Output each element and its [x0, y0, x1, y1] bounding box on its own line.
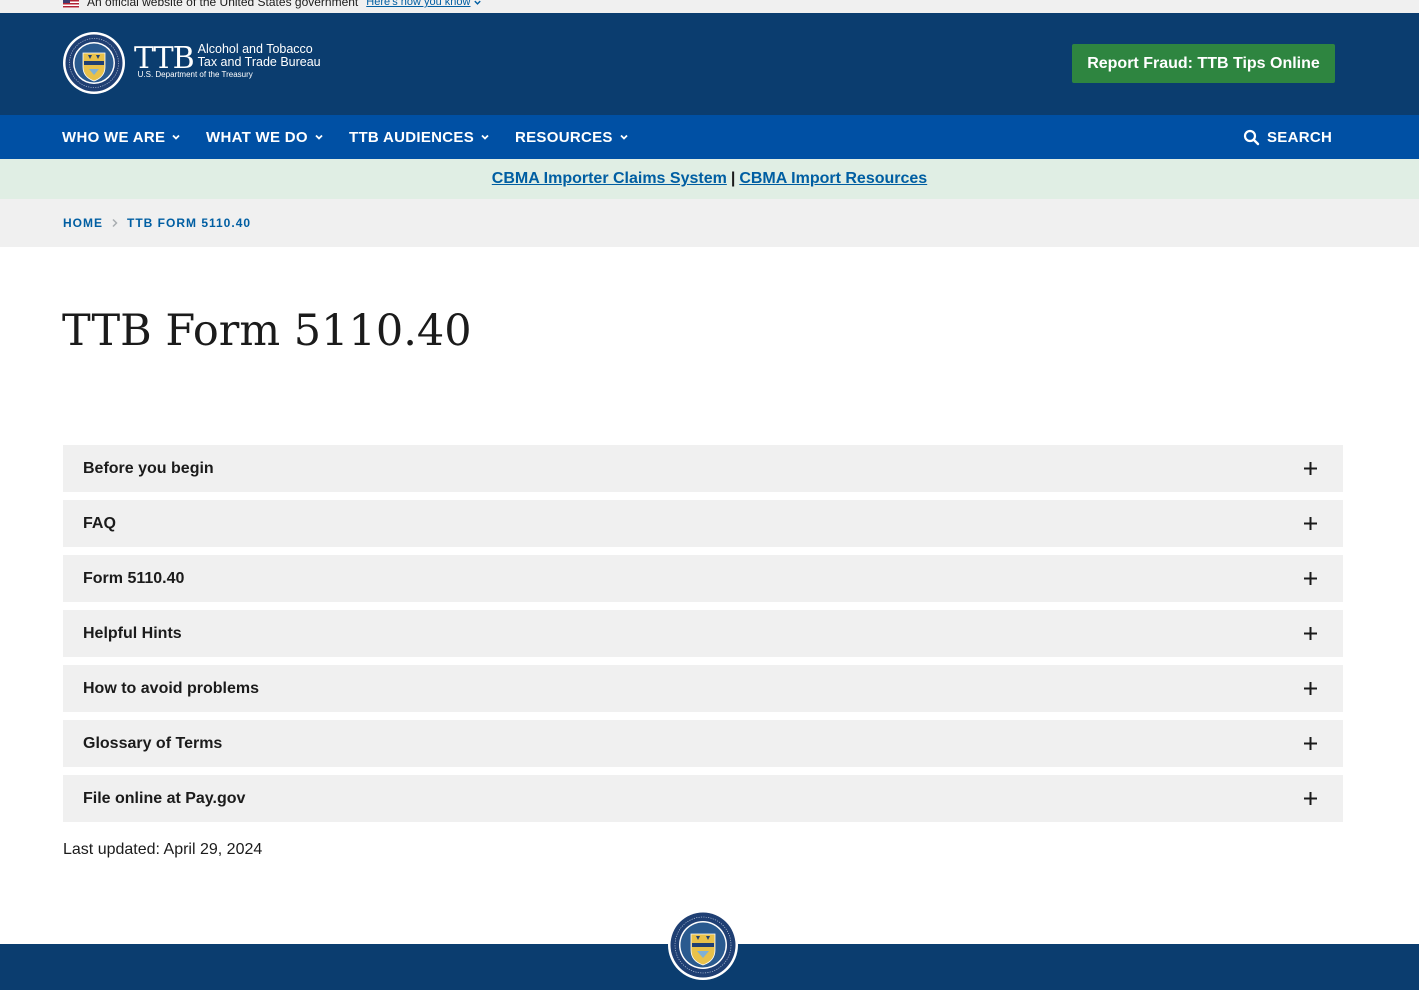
- accordion-label: Before you begin: [83, 459, 214, 477]
- ttb-logo-text: Alcohol and Tobacco Tax and Trade Bureau…: [138, 43, 321, 81]
- plus-icon: [1304, 462, 1317, 475]
- breadcrumb-current[interactable]: TTB FORM 5110.40: [127, 216, 251, 230]
- plus-icon: [1304, 737, 1317, 750]
- breadcrumb-home[interactable]: HOME: [63, 216, 103, 230]
- site-header: TTB Alcohol and Tobacco Tax and Trade Bu…: [0, 13, 1419, 115]
- plus-icon: [1304, 572, 1317, 585]
- nav-ttb-audiences[interactable]: TTB AUDIENCES: [349, 115, 490, 159]
- chevron-down-icon: [620, 134, 628, 140]
- us-flag-icon: [63, 0, 79, 8]
- accordion-label: Glossary of Terms: [83, 734, 223, 752]
- nav-label: RESOURCES: [515, 128, 613, 146]
- nav-who-we-are[interactable]: WHO WE ARE: [62, 115, 181, 159]
- cbma-importer-claims-link[interactable]: CBMA Importer Claims System: [492, 170, 727, 188]
- accordion-item-helpful-hints[interactable]: Helpful Hints: [63, 610, 1343, 657]
- heres-how-you-know-label: Here's how you know: [366, 0, 471, 8]
- cbma-import-resources-link[interactable]: CBMA Import Resources: [739, 170, 927, 188]
- nav-what-we-do[interactable]: WHAT WE DO: [206, 115, 324, 159]
- chevron-down-icon: [481, 134, 489, 140]
- plus-icon: [1304, 792, 1317, 805]
- accordion-label: How to avoid problems: [83, 679, 260, 697]
- accordion-item-before-you-begin[interactable]: Before you begin: [63, 445, 1343, 492]
- accordion-label: FAQ: [83, 514, 116, 532]
- breadcrumb: HOME TTB FORM 5110.40: [0, 199, 1419, 247]
- accordion-label: Form 5110.40: [83, 569, 185, 587]
- search-icon: [1243, 129, 1260, 145]
- gov-banner: An official website of the United States…: [0, 0, 1419, 13]
- accordion-label: Helpful Hints: [83, 624, 182, 642]
- nav-label: TTB AUDIENCES: [349, 128, 475, 146]
- treasury-seal-icon: [63, 32, 125, 94]
- nav-resources[interactable]: RESOURCES: [515, 115, 629, 159]
- link-separator: |: [730, 170, 736, 187]
- chevron-down-icon: [172, 134, 180, 140]
- accordion-item-glossary-of-terms[interactable]: Glossary of Terms: [63, 720, 1343, 767]
- chevron-down-icon: [315, 134, 323, 140]
- nav-label: WHO WE ARE: [62, 128, 166, 146]
- accordion-label: File online at Pay.gov: [83, 789, 246, 807]
- accordion-item-faq[interactable]: FAQ: [63, 500, 1343, 547]
- chevron-right-icon: [112, 218, 118, 228]
- cbma-alert-strip: CBMA Importer Claims System | CBMA Impor…: [0, 159, 1419, 199]
- plus-icon: [1304, 517, 1317, 530]
- main-nav: WHO WE ARE WHAT WE DO TTB AUDIENCES RESO…: [0, 115, 1419, 159]
- chevron-down-icon: [474, 0, 482, 5]
- report-fraud-button[interactable]: Report Fraud: TTB Tips Online: [1072, 44, 1335, 83]
- plus-icon: [1304, 627, 1317, 640]
- nav-label: WHAT WE DO: [206, 128, 308, 146]
- last-updated: Last updated: April 29, 2024: [63, 841, 263, 858]
- heres-how-you-know-link[interactable]: Here's how you know: [366, 0, 482, 10]
- accordion-item-file-online-pay-gov[interactable]: File online at Pay.gov: [63, 775, 1343, 822]
- site-logo-link[interactable]: TTB Alcohol and Tobacco Tax and Trade Bu…: [62, 31, 321, 95]
- logo-line-3: U.S. Department of the Treasury: [137, 70, 253, 79]
- plus-icon: [1304, 682, 1317, 695]
- search-label: SEARCH: [1267, 128, 1333, 146]
- accordion-item-form-5110-40[interactable]: Form 5110.40: [63, 555, 1343, 602]
- search-button[interactable]: SEARCH: [1243, 115, 1332, 159]
- accordion: Before you begin FAQ Form 5110.40 Helpfu…: [63, 445, 1343, 830]
- page-title: TTB Form 5110.40: [62, 306, 472, 356]
- gov-banner-text: An official website of the United States…: [87, 0, 359, 9]
- treasury-seal-icon: [668, 910, 738, 980]
- accordion-item-how-to-avoid-problems[interactable]: How to avoid problems: [63, 665, 1343, 712]
